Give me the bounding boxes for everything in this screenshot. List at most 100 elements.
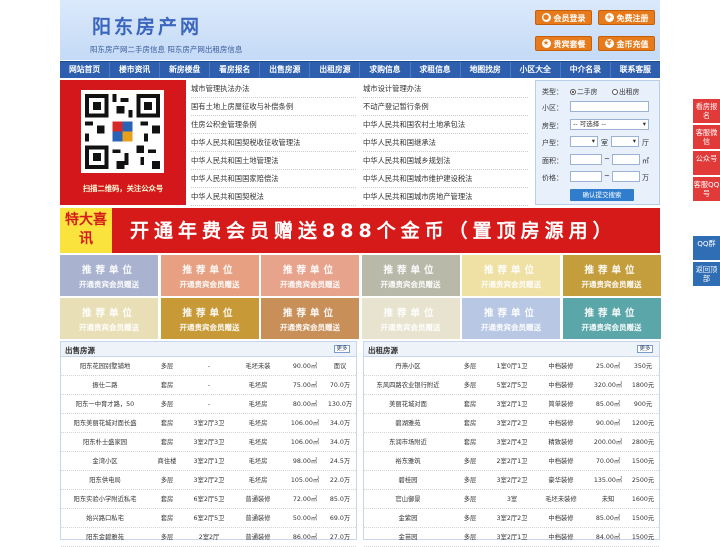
area-input[interactable] (570, 101, 649, 112)
recommend-tile[interactable]: 推荐单位 开通贵宾会员赠送 (60, 298, 158, 339)
table-row[interactable]: 东风四路农业银行附近 多层 5室2厅5卫 中档装修 320.00㎡ 1800元 (364, 377, 659, 395)
nav-viewing-signup[interactable]: 看房报名 (210, 62, 261, 78)
recommend-tile[interactable]: 推荐单位 开通贵宾会员赠送 (60, 255, 158, 296)
nav-news[interactable]: 楼市资讯 (110, 62, 161, 78)
more-button[interactable]: 更多 (334, 345, 350, 353)
side-tab-official-account[interactable]: 公众号 (693, 151, 720, 176)
side-tab-qq-group[interactable]: QQ群 (693, 236, 720, 261)
nav-home[interactable]: 网站首页 (60, 62, 111, 78)
table-cell[interactable]: 金紫园 (366, 510, 450, 528)
recommend-tile[interactable]: 推荐单位 开通贵宾会员赠送 (562, 298, 661, 339)
recommend-tile[interactable]: 推荐单位 开通贵宾会员赠送 (160, 298, 259, 339)
table-cell[interactable]: 东润市场附近 (366, 434, 450, 452)
table-row[interactable]: 裕东雅筑 多层 2室2厅1卫 中档装修 70.00㎡ 1500元 (364, 453, 659, 471)
table-cell[interactable]: 裕东雅筑 (366, 453, 450, 471)
promo-banner[interactable]: 特大喜讯 开通年费会员赠送888个金币（置顶房源用） (60, 208, 660, 253)
regulation-link[interactable]: 中华人民共和国契税收征收管理法 (191, 134, 356, 152)
table-row[interactable]: 阳东一中育才路，50 多层 - 毛坯房 80.00㎡ 130.0万 (61, 396, 356, 414)
recommend-tile[interactable]: 推荐单位 开通贵宾会员赠送 (462, 298, 560, 339)
table-row[interactable]: 东润市场附近 套房 3室2厅4卫 精致装修 200.00㎡ 2800元 (364, 434, 659, 452)
regulation-link[interactable]: 城市设计管理办法 (363, 80, 528, 98)
regulation-link[interactable]: 不动产登记暂行条例 (363, 98, 528, 116)
nav-sale-listings[interactable]: 出售房源 (260, 62, 311, 78)
recommend-tile[interactable]: 推荐单位 开通贵宾会员赠送 (361, 255, 460, 296)
side-tab-back-to-top[interactable]: 返回顶部 (693, 262, 720, 287)
table-cell[interactable]: 始兴路口私宅 (63, 510, 147, 528)
regulation-link[interactable]: 中华人民共和国契税法 (191, 188, 356, 206)
regulation-link[interactable]: 中华人民共和国城乡规划法 (363, 152, 528, 170)
table-row[interactable]: 金苗园 多层 3室2厅1卫 中档装修 84.00㎡ 1500元 (364, 529, 659, 547)
table-cell[interactable]: 官山御景 (366, 491, 450, 509)
hall-count-select[interactable]: ▾ (611, 136, 639, 147)
site-logo[interactable]: 阳东房产网 (92, 12, 202, 39)
side-tab-viewing-signup[interactable]: 看房报名 (693, 99, 720, 124)
table-cell[interactable]: 阳东供电局 (63, 472, 147, 490)
price-max-input[interactable] (612, 171, 640, 182)
table-cell[interactable]: 金苗园 (366, 529, 450, 547)
side-tab-service-wechat[interactable]: 客服微信 (693, 125, 720, 150)
table-cell[interactable]: 振仕二路 (63, 377, 147, 395)
table-row[interactable]: 阳东美丽花城对面长盛 套房 3室2厅3卫 毛坯房 106.00㎡ 34.0万 (61, 415, 356, 433)
nav-new-homes[interactable]: 新房楼盘 (160, 62, 211, 78)
table-row[interactable]: 金湾小区 商住楼 3室2厅1卫 毛坯房 98.00㎡ 24.5万 (61, 453, 356, 471)
nav-agency-list[interactable]: 中介名录 (561, 62, 611, 78)
table-row[interactable]: 丹燕小区 多层 1室0厅1卫 中档装修 25.00㎡ 350元 (364, 358, 659, 376)
recommend-tile[interactable]: 推荐单位 开通贵宾会员赠送 (462, 255, 560, 296)
regulation-link[interactable]: 城市管理执法办法 (191, 80, 356, 98)
table-cell[interactable]: 碧湖雅苑 (366, 415, 450, 433)
login-button[interactable]: ● 会员登录 (535, 10, 592, 25)
side-tab-service-qq[interactable]: 客服QQ号 (693, 177, 720, 202)
nav-map-search[interactable]: 地图找房 (461, 62, 511, 78)
nav-rent-listings[interactable]: 出租房源 (310, 62, 361, 78)
table-cell[interactable]: 碧桂园 (366, 472, 450, 490)
table-cell[interactable]: 阳东美丽花城对面长盛 (63, 415, 147, 433)
regulation-link[interactable]: 中华人民共和国城市房地产管理法 (363, 188, 528, 206)
recommend-tile[interactable]: 推荐单位 开通贵宾会员赠送 (562, 255, 661, 296)
recommend-tile[interactable]: 推荐单位 开通贵宾会员赠送 (160, 255, 259, 296)
size-max-input[interactable] (612, 154, 640, 165)
type-radio-secondhand[interactable]: 二手房 (570, 86, 597, 96)
table-cell[interactable]: 阳东金碧雅苑 (63, 529, 147, 547)
table-cell[interactable]: 丹燕小区 (366, 358, 450, 376)
table-cell[interactable]: 东风四路农业银行附近 (366, 377, 450, 395)
table-cell[interactable]: 阳东实验小学附近私宅 (63, 491, 147, 509)
search-submit-button[interactable]: 确认提交搜索 (570, 189, 634, 201)
size-min-input[interactable] (570, 154, 602, 165)
table-row[interactable]: 始兴路口私宅 套房 6室2厅5卫 普通装修 50.00㎡ 69.0万 (61, 510, 356, 528)
table-cell[interactable]: 阳东朴士盛家园 (63, 434, 147, 452)
table-row[interactable]: 碧湖雅苑 套房 3室2厅2卫 中档装修 90.00㎡ 1200元 (364, 415, 659, 433)
table-row[interactable]: 阳东朴士盛家园 套房 3室2厅3卫 毛坯房 106.00㎡ 34.0万 (61, 434, 356, 452)
table-cell[interactable]: 美丽花城对面 (366, 396, 450, 414)
regulation-link[interactable]: 中华人民共和国农村土地承包法 (363, 116, 528, 134)
vip-package-button[interactable]: ★ 贵宾套餐 (535, 36, 592, 51)
table-cell[interactable]: 阳东一中育才路，50 (63, 396, 147, 414)
table-cell[interactable]: 阳东花园别墅铺地 (63, 358, 147, 376)
nav-community-list[interactable]: 小区大全 (511, 62, 561, 78)
nav-wanted-buy[interactable]: 求购信息 (360, 62, 411, 78)
regulation-link[interactable]: 中华人民共和国国家赔偿法 (191, 170, 356, 188)
table-cell[interactable]: 金湾小区 (63, 453, 147, 471)
register-button[interactable]: + 免费注册 (598, 10, 655, 25)
regulation-link[interactable]: 中华人民共和国土地管理法 (191, 152, 356, 170)
table-row[interactable]: 碧桂园 多层 3室2厅2卫 豪华装修 135.00㎡ 2500元 (364, 472, 659, 490)
regulation-link[interactable]: 住房公积金管理条例 (191, 116, 356, 134)
coin-recharge-button[interactable]: ¥ 金币充值 (598, 36, 655, 51)
table-row[interactable]: 阳东供电局 多层 3室2厅2卫 毛坯房 105.00㎡ 22.0万 (61, 472, 356, 490)
table-row[interactable]: 阳东金碧雅苑 多层 2室2厅 普通装修 86.00㎡ 27.0万 (61, 529, 356, 547)
table-row[interactable]: 金紫园 多层 3室2厅2卫 中档装修 85.00㎡ 1500元 (364, 510, 659, 528)
regulation-link[interactable]: 国有土地上房屋征收与补偿条例 (191, 98, 356, 116)
nav-wanted-rent[interactable]: 求租信息 (411, 62, 461, 78)
table-row[interactable]: 阳东实验小学附近私宅 套房 6室2厅5卫 普通装修 72.00㎡ 85.0万 (61, 491, 356, 509)
more-button[interactable]: 更多 (637, 345, 653, 353)
table-row[interactable]: 官山御景 多层 3室 毛坯未装修 未知 1600元 (364, 491, 659, 509)
recommend-tile[interactable]: 推荐单位 开通贵宾会员赠送 (361, 298, 460, 339)
recommend-tile[interactable]: 推荐单位 开通贵宾会员赠送 (261, 298, 359, 339)
regulation-link[interactable]: 中华人民共和国城市维护建设税法 (363, 170, 528, 188)
house-type-select[interactable]: -- 可选择 -- ▾ (570, 119, 649, 130)
room-count-select[interactable]: ▾ (570, 136, 598, 147)
table-row[interactable]: 美丽花城对面 套房 3室2厅1卫 简单装修 85.00㎡ 900元 (364, 396, 659, 414)
table-row[interactable]: 阳东花园别墅铺地 多层 - 毛坯未装 90.00㎡ 面议 (61, 358, 356, 376)
recommend-tile[interactable]: 推荐单位 开通贵宾会员赠送 (261, 255, 359, 296)
table-row[interactable]: 振仕二路 套房 - 毛坯房 75.00㎡ 70.0万 (61, 377, 356, 395)
nav-contact-service[interactable]: 联系客服 (611, 62, 660, 78)
